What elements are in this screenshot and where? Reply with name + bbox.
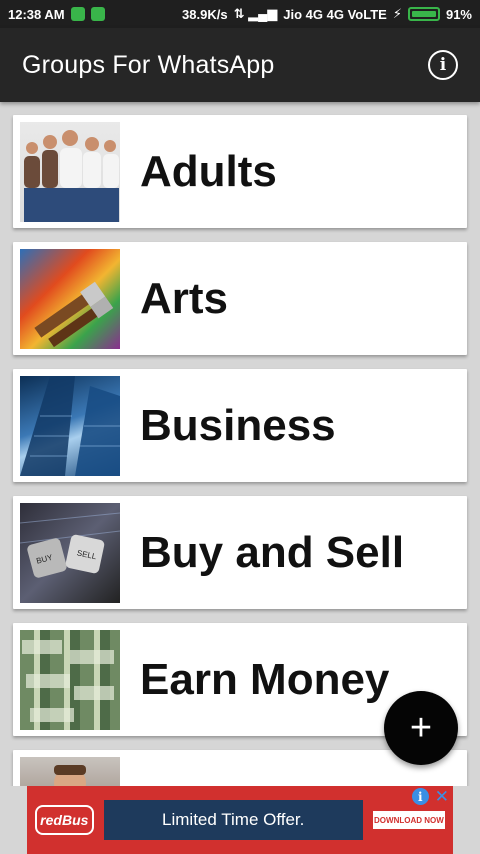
status-time: 12:38 AM <box>8 6 65 22</box>
alarm-icon <box>90 7 105 21</box>
dice-buy-sell-photo-image: BUY SELL <box>20 502 120 603</box>
add-group-button[interactable]: + <box>384 691 458 765</box>
category-card-buy-and-sell[interactable]: BUY SELL Buy and Sell <box>13 496 467 609</box>
paint-brushes-photo-image <box>20 248 120 349</box>
ad-banner[interactable]: redBus Limited Time Offer. DOWNLOAD NOW … <box>27 786 453 854</box>
add-icon: + <box>409 706 433 749</box>
category-card-adults[interactable]: Adults <box>13 115 467 228</box>
notification-icon <box>70 7 85 21</box>
redbus-logo: redBus <box>35 805 94 835</box>
category-label: Business <box>140 400 336 450</box>
carrier-label: Jio 4G 4G VoLTE <box>283 6 387 22</box>
cash-stacks-photo-image <box>20 629 120 730</box>
category-label: Buy and Sell <box>140 527 405 577</box>
ad-info-icon[interactable]: i <box>411 788 429 805</box>
charging-icon: ⚡ <box>392 6 402 21</box>
battery-icon <box>407 7 440 21</box>
network-speed: 38.9K/s <box>182 6 228 22</box>
app-bar: Groups For WhatsApp i <box>0 28 480 102</box>
signal-icon: ⇅ ▂▄▆ <box>233 6 278 21</box>
ad-close-icon[interactable]: ✕ <box>435 788 449 805</box>
battery-percent: 91% <box>445 6 472 22</box>
ad-download-button[interactable]: DOWNLOAD NOW <box>372 811 445 829</box>
ad-offer-text: Limited Time Offer. <box>103 800 363 840</box>
app-title: Groups For WhatsApp <box>22 50 275 79</box>
category-list: Adults Arts Business BUY SELL Buy and Se… <box>0 102 480 786</box>
people-photo-image <box>20 121 120 222</box>
category-card-arts[interactable]: Arts <box>13 242 467 355</box>
category-card-business[interactable]: Business <box>13 369 467 482</box>
skyscrapers-photo-image <box>20 375 120 476</box>
category-label: Arts <box>140 273 229 323</box>
info-icon[interactable]: i <box>428 50 458 80</box>
category-label: Adults <box>140 146 277 196</box>
status-bar: 12:38 AM 38.9K/s ⇅ ▂▄▆ Jio 4G 4G VoLTE ⚡… <box>0 0 480 28</box>
man-photo-image <box>20 757 120 786</box>
category-label: Earn Money <box>140 654 390 704</box>
